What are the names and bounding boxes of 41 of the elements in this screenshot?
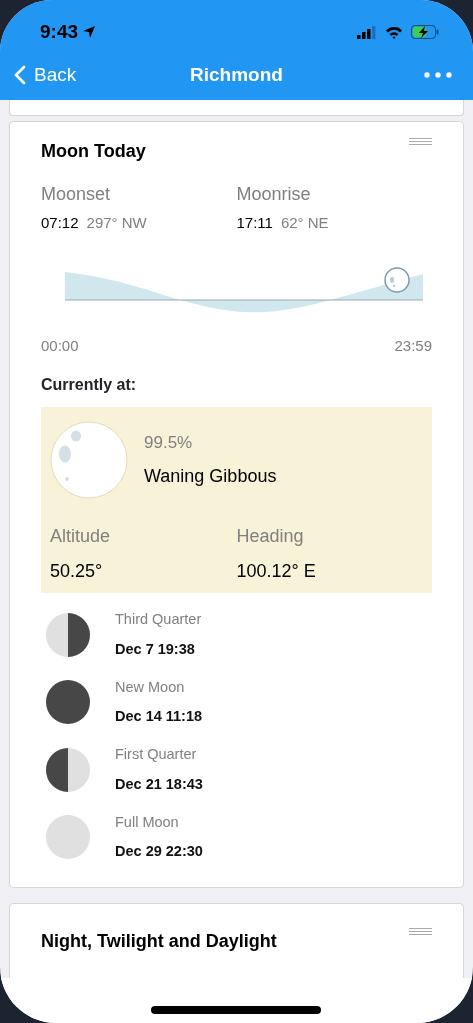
drag-handle-icon[interactable] <box>409 928 432 935</box>
stat-label: Altitude <box>50 525 112 548</box>
illumination-percent: 99.5% <box>144 431 194 454</box>
axis-start-label: 00:00 <box>41 335 79 356</box>
stat-value: 100.12° E <box>236 560 317 583</box>
new-moon-icon <box>45 679 91 726</box>
battery-charging-icon <box>411 25 439 39</box>
location-arrow-icon <box>82 25 97 39</box>
phase-date: Dec 14 11:18 <box>115 707 203 727</box>
card-title: Night, Twilight and Daylight <box>41 930 277 953</box>
back-button[interactable]: Back <box>14 60 77 90</box>
third-quarter-moon-icon <box>45 611 91 658</box>
phase-name: Full Moon <box>115 812 180 832</box>
status-time: 9:43 <box>40 19 79 44</box>
event-label: Moonrise <box>236 183 312 206</box>
event-time: 07:12 <box>41 213 79 233</box>
phase-date: Dec 29 22:30 <box>115 842 203 862</box>
page-title: Richmond <box>190 62 283 87</box>
phase-date: Dec 7 19:38 <box>115 639 196 659</box>
more-icon[interactable] <box>423 71 453 79</box>
full-moon-icon <box>45 814 91 861</box>
phase-name: First Quarter <box>115 745 198 764</box>
phase-date: Dec 21 18:43 <box>115 774 203 794</box>
first-quarter-moon-icon <box>45 746 91 793</box>
moon-icon <box>50 421 128 499</box>
stat-value: 50.25° <box>50 560 104 583</box>
section-heading: Currently at: <box>41 375 138 395</box>
chevron-left-icon <box>14 65 26 85</box>
phase-name: Waning Gibbous <box>144 465 277 489</box>
signal-icon <box>357 25 377 39</box>
event-time: 17:11 <box>236 213 273 233</box>
event-label: Moonset <box>41 183 112 206</box>
drag-handle-icon[interactable] <box>409 138 432 145</box>
event-direction: 62° NE <box>280 213 329 233</box>
card-title: Moon Today <box>41 140 146 163</box>
phase-name: Third Quarter <box>115 610 202 629</box>
stat-label: Heading <box>236 525 305 548</box>
phase-name: New Moon <box>115 677 186 697</box>
event-direction: 297° NW <box>86 213 147 233</box>
axis-end-label: 23:59 <box>394 335 432 356</box>
wifi-icon <box>385 25 403 39</box>
